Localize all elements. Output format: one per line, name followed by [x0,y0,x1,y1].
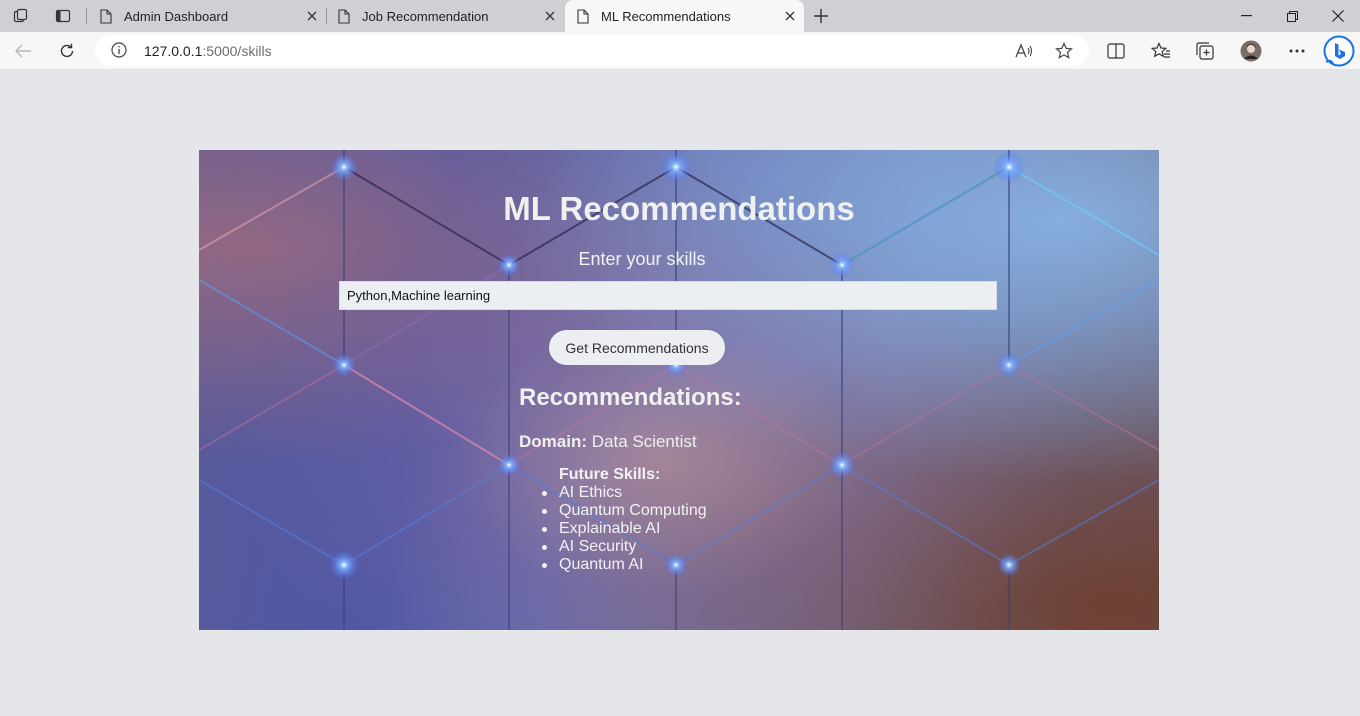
close-tab-icon[interactable] [304,8,320,24]
close-tab-icon[interactable] [782,8,798,24]
close-window-icon[interactable] [1318,4,1358,28]
future-skills-label: Future Skills: [559,466,661,483]
skills-input[interactable] [339,281,997,310]
favorites-icon[interactable] [1146,37,1176,65]
collections-icon[interactable] [1190,37,1220,65]
tab-strip: Admin Dashboard Job Recommendation ML Re… [0,0,1360,32]
recommendations-heading: Recommendations: [519,384,742,411]
close-tab-icon[interactable] [542,8,558,24]
list-item: AI Ethics [542,484,707,502]
recommendation-card: ML Recommendations Enter your skills Get… [199,150,1159,630]
get-recommendations-button[interactable]: Get Recommendations [549,330,725,365]
list-item: Explainable AI [542,520,707,538]
tab-title: ML Recommendations [601,9,731,24]
minimize-icon[interactable] [1226,4,1266,28]
page-icon [577,9,589,27]
back-icon[interactable] [8,37,38,65]
page-icon [338,9,350,27]
list-item: AI Security [542,538,707,556]
page-viewport: ML Recommendations Enter your skills Get… [0,70,1360,716]
url-text[interactable]: 127.0.0.1:5000/skills [144,43,272,59]
skills-prompt-label: Enter your skills [578,249,706,269]
page-title: ML Recommendations [503,190,855,227]
tab-title: Admin Dashboard [124,9,229,24]
favorite-star-icon[interactable] [1051,38,1077,64]
page-icon [100,9,112,27]
refresh-icon[interactable] [52,37,82,65]
read-aloud-icon[interactable] [1011,38,1037,64]
form-content: ML Recommendations Enter your skills Get… [199,150,1159,630]
domain-label: Domain: [519,432,587,451]
tab-ml-recommendations[interactable]: ML Recommendations [565,0,804,32]
workspaces-icon[interactable] [9,4,33,28]
domain-result: Domain: Data Scientist [519,432,697,452]
list-item: Quantum AI [542,556,707,574]
tab-admin-dashboard[interactable]: Admin Dashboard [88,0,326,32]
restore-icon[interactable] [1272,4,1312,28]
list-item: Quantum Computing [542,502,707,520]
split-screen-icon[interactable] [1101,37,1131,65]
tab-title: Job Recommendation [362,9,489,24]
site-info-icon[interactable] [111,42,127,63]
browser-toolbar: 127.0.0.1:5000/skills [0,32,1360,70]
address-bar[interactable]: 127.0.0.1:5000/skills [95,35,1089,66]
domain-value: Data Scientist [591,432,697,451]
tab-job-recommendation[interactable]: Job Recommendation [326,0,564,32]
bing-copilot-icon[interactable] [1322,34,1356,68]
tab-actions-icon[interactable] [51,4,75,28]
future-skills-list: AI Ethics Quantum Computing Explainable … [542,484,707,574]
new-tab-icon[interactable] [809,4,833,28]
more-options-icon[interactable] [1282,37,1312,65]
profile-avatar[interactable] [1236,37,1266,65]
